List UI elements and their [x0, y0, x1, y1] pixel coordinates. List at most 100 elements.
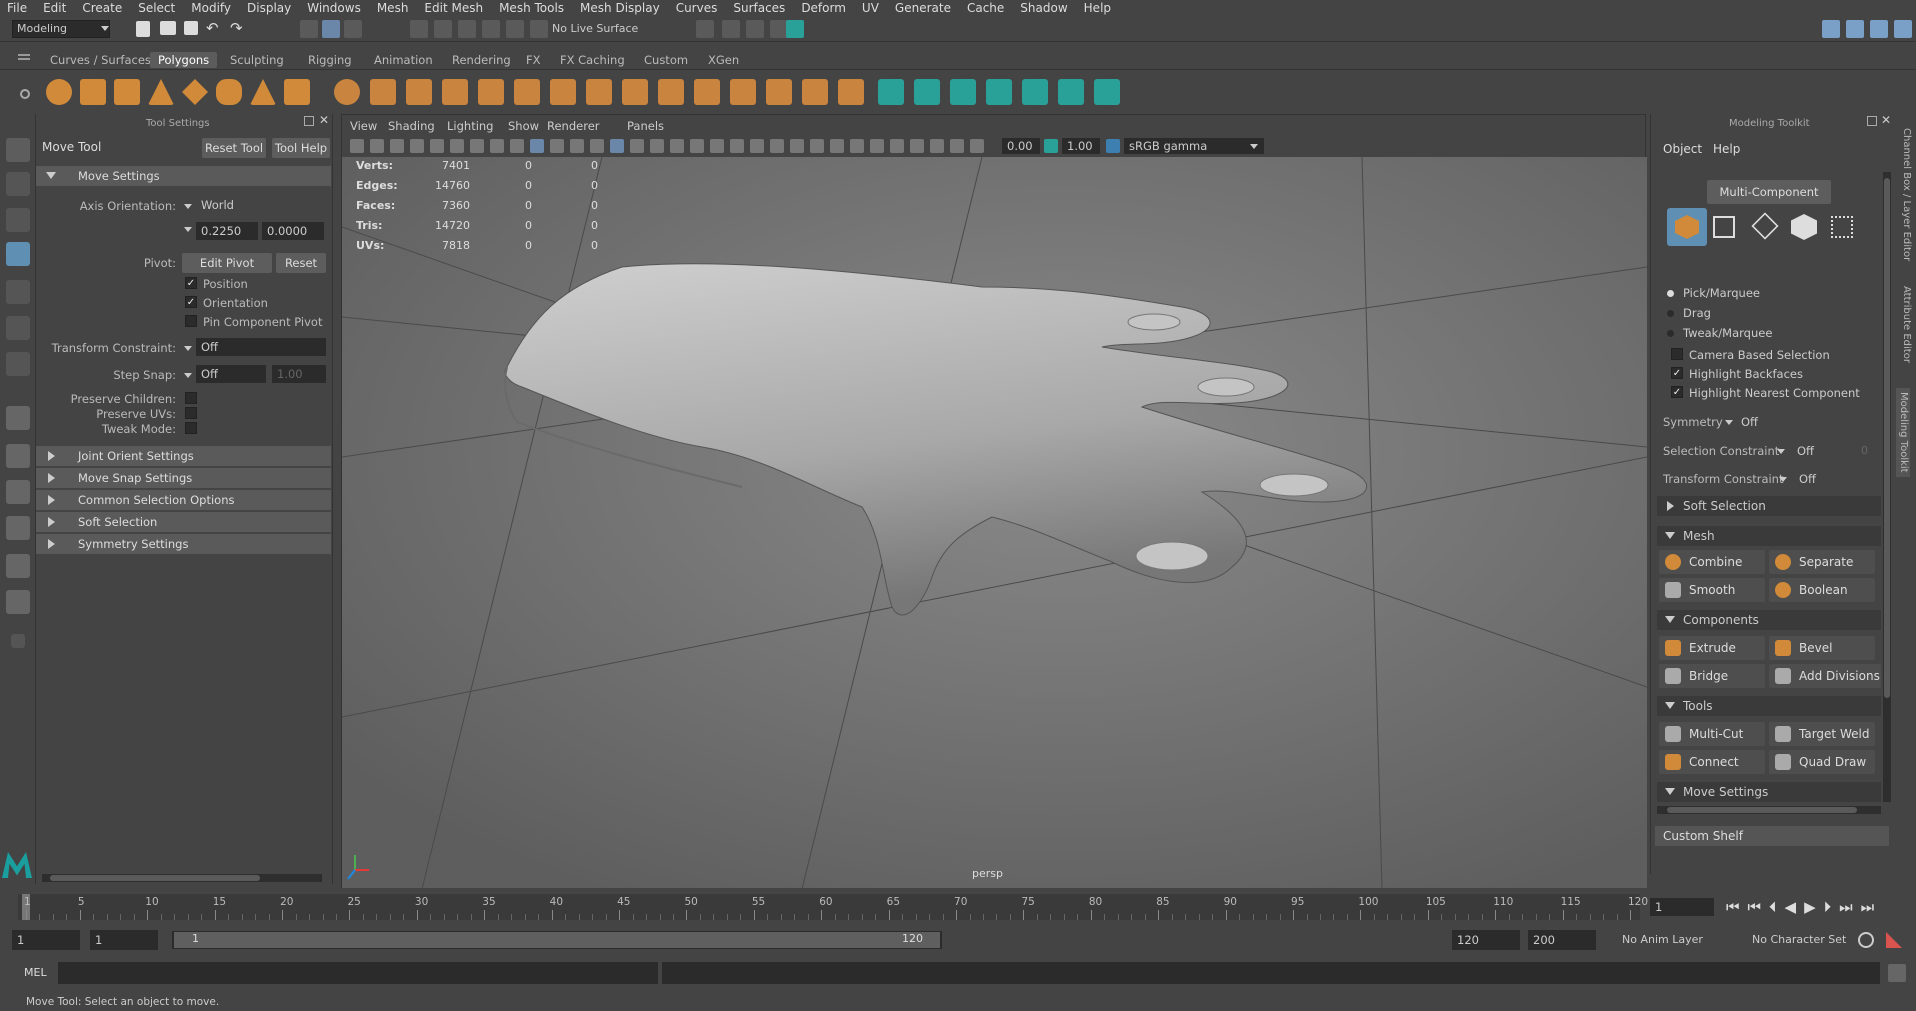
- layout-four-icon[interactable]: [1846, 20, 1864, 38]
- uv-mode-icon[interactable]: [1831, 216, 1853, 238]
- step-snap-amount[interactable]: 1.00: [272, 365, 326, 383]
- preserve-children-checkbox[interactable]: [185, 392, 197, 404]
- viewport-tool-icon[interactable]: [670, 139, 684, 153]
- current-frame-field[interactable]: 1: [1650, 898, 1714, 916]
- viewport-tool-icon[interactable]: [650, 139, 664, 153]
- select-hierarchy-icon[interactable]: [300, 20, 318, 38]
- axis-value-2[interactable]: 0.0000: [262, 222, 324, 240]
- dropdown-arrow-icon[interactable]: [1779, 477, 1787, 482]
- extrude-shelf-icon[interactable]: [586, 79, 612, 105]
- shelf-tab-rigging[interactable]: Rigging: [300, 52, 360, 68]
- select-component-icon[interactable]: [344, 20, 362, 38]
- play-back-icon[interactable]: ◀: [1785, 898, 1805, 916]
- viewport-menu-lighting[interactable]: Lighting: [447, 119, 493, 133]
- menu-generate[interactable]: Generate: [888, 0, 960, 16]
- insert-edge-loop-icon[interactable]: [694, 79, 720, 105]
- last-tool-icon[interactable]: [6, 352, 30, 376]
- uv-cut-icon[interactable]: [1022, 79, 1048, 105]
- mt-horizontal-scrollbar[interactable]: [1657, 806, 1881, 814]
- character-set-dropdown[interactable]: No Character Set: [1752, 933, 1846, 946]
- menu-mesh-tools[interactable]: Mesh Tools: [492, 0, 573, 16]
- float-panel-icon[interactable]: [304, 116, 314, 126]
- modeling-toolkit-tab[interactable]: Modeling Toolkit: [1896, 388, 1910, 477]
- command-input[interactable]: [58, 962, 658, 984]
- axis-orientation-value[interactable]: World: [196, 196, 326, 214]
- separate-button[interactable]: Separate: [1769, 550, 1875, 574]
- uv-editor-icon[interactable]: [1058, 79, 1084, 105]
- average-vertices-icon[interactable]: [514, 79, 540, 105]
- add-divisions-button[interactable]: Add Divisions: [1769, 664, 1881, 688]
- custom-shelf-bar[interactable]: Custom Shelf: [1655, 826, 1889, 846]
- snap-grid-icon[interactable]: [410, 20, 428, 38]
- radio-button[interactable]: [1667, 330, 1674, 337]
- viewport-tool-icon[interactable]: [410, 139, 424, 153]
- mt-vertical-scrollbar[interactable]: [1883, 172, 1891, 802]
- hypershade-layout-icon[interactable]: [6, 554, 30, 578]
- boolean-button[interactable]: Boolean: [1769, 578, 1875, 602]
- scrollbar-thumb[interactable]: [1667, 807, 1857, 813]
- playback-start-field[interactable]: 1: [90, 930, 158, 950]
- shelf-tab-fx-caching[interactable]: FX Caching: [552, 52, 633, 68]
- move-settings-header[interactable]: Move Settings: [36, 166, 331, 186]
- dropdown-arrow-icon[interactable]: [184, 227, 192, 232]
- step-back-key-icon[interactable]: ⏮: [1748, 898, 1770, 916]
- vertex-mode-icon[interactable]: [1713, 216, 1735, 238]
- menu-edit[interactable]: Edit: [36, 0, 75, 16]
- poly-cube-icon[interactable]: [80, 79, 106, 105]
- viewport-tool-icon[interactable]: [350, 139, 364, 153]
- boolean-shelf-icon[interactable]: [478, 79, 504, 105]
- smooth-shelf-icon[interactable]: [442, 79, 468, 105]
- snap-curve-icon[interactable]: [434, 20, 452, 38]
- tool-help-button[interactable]: Tool Help: [272, 138, 330, 158]
- script-editor-icon[interactable]: [6, 590, 30, 614]
- viewport-tool-icon[interactable]: [450, 139, 464, 153]
- viewport-tool-icon[interactable]: [770, 139, 784, 153]
- multi-cut-button[interactable]: Multi-Cut: [1659, 722, 1765, 746]
- viewport-tool-icon[interactable]: [490, 139, 504, 153]
- bridge-button[interactable]: Bridge: [1659, 664, 1765, 688]
- position-checkbox[interactable]: ✓: [185, 277, 197, 289]
- shelf-tab-xgen[interactable]: XGen: [700, 52, 747, 68]
- mt-move-settings-header[interactable]: Move Settings: [1657, 782, 1881, 802]
- scene-view[interactable]: Verts: 7401 0 0 Edges: 14760 0 0 Faces: 7360 0 0 Tri…: [341, 156, 1648, 890]
- preserve-uvs-checkbox[interactable]: [185, 407, 197, 419]
- pin-component-pivot-checkbox[interactable]: [185, 315, 197, 327]
- undo-icon[interactable]: ↶: [206, 19, 219, 37]
- section-move-snap-settings[interactable]: Move Snap Settings: [36, 468, 331, 488]
- uv-spherical-icon[interactable]: [950, 79, 976, 105]
- mt-menu-object[interactable]: Object: [1663, 142, 1702, 156]
- option-checkbox[interactable]: ✓: [1671, 386, 1683, 398]
- option-checkbox[interactable]: ✓: [1671, 367, 1683, 379]
- viewport-tool-icon[interactable]: [530, 139, 544, 153]
- layout-stack-icon[interactable]: [1894, 20, 1912, 38]
- uv-cylindrical-icon[interactable]: [914, 79, 940, 105]
- dropdown-arrow-icon[interactable]: [184, 373, 192, 378]
- poly-pyramid-icon[interactable]: [250, 79, 276, 105]
- object-mode-button[interactable]: [1667, 208, 1707, 246]
- menu-cache[interactable]: Cache: [960, 0, 1013, 16]
- menu-file[interactable]: File: [0, 0, 36, 16]
- scale-tool-icon[interactable]: [6, 316, 30, 340]
- persp-outliner-icon[interactable]: [6, 480, 30, 504]
- viewport-tool-icon[interactable]: [730, 139, 744, 153]
- shelf-tab-sculpting[interactable]: Sculpting: [222, 52, 292, 68]
- dropdown-arrow-icon[interactable]: [184, 346, 192, 351]
- attribute-editor-tab[interactable]: Attribute Editor: [1898, 286, 1912, 363]
- menu-mesh[interactable]: Mesh: [370, 0, 418, 16]
- edge-mode-icon[interactable]: [1751, 212, 1779, 240]
- scrollbar-thumb[interactable]: [1884, 178, 1890, 698]
- viewport-menu-renderer[interactable]: Renderer: [547, 119, 600, 133]
- poly-sphere-icon[interactable]: [46, 79, 72, 105]
- uv-planar-icon[interactable]: [878, 79, 904, 105]
- color-management-icon[interactable]: [1106, 139, 1120, 153]
- snap-view-plane-icon[interactable]: [482, 20, 500, 38]
- uv-unfold-icon[interactable]: [1094, 79, 1120, 105]
- viewport-menu-shading[interactable]: Shading: [388, 119, 435, 133]
- poly-cone-icon[interactable]: [148, 79, 174, 105]
- select-object-icon[interactable]: [322, 20, 340, 38]
- viewport-tool-icon[interactable]: [750, 139, 764, 153]
- step-forward-icon[interactable]: ⏵: [1824, 898, 1840, 916]
- reset-tool-button[interactable]: Reset Tool: [202, 138, 266, 158]
- viewport-tool-icon[interactable]: [590, 139, 604, 153]
- redo-icon[interactable]: ↷: [230, 19, 243, 37]
